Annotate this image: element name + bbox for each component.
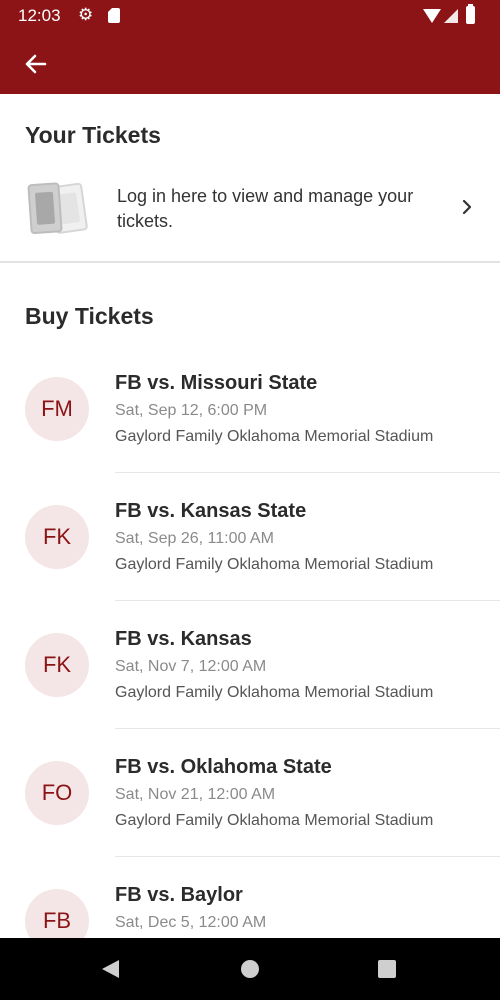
- event-avatar: FB: [25, 889, 89, 938]
- event-avatar: FK: [25, 505, 89, 569]
- arrow-left-icon: [25, 54, 47, 74]
- event-venue: Gaylord Family Oklahoma Memorial Stadium: [115, 684, 434, 701]
- event-date: Sat, Nov 21, 12:00 AM: [115, 786, 276, 803]
- event-title: FB vs. Missouri State: [115, 372, 318, 394]
- event-row[interactable]: FK FB vs. Kansas State Sat, Sep 26, 11:0…: [0, 473, 500, 601]
- nav-home-icon[interactable]: [241, 960, 259, 978]
- event-venue: Gaylord Family Oklahoma Memorial Stadium: [115, 556, 434, 573]
- event-title: FB vs. Oklahoma State: [115, 756, 332, 778]
- section-divider: [0, 261, 500, 263]
- event-row[interactable]: FM FB vs. Missouri State Sat, Sep 12, 6:…: [0, 345, 500, 473]
- app-bar: [0, 32, 500, 94]
- event-date: Sat, Sep 12, 6:00 PM: [115, 402, 268, 419]
- buy-tickets-title: Buy Tickets: [25, 303, 154, 329]
- event-row[interactable]: FK FB vs. Kansas Sat, Nov 7, 12:00 AM Ga…: [0, 601, 500, 729]
- event-venue: Gaylord Family Oklahoma Memorial Stadium: [115, 428, 434, 445]
- event-avatar: FK: [25, 633, 89, 697]
- event-venue: Gaylord Family Oklahoma Memorial Stadium: [115, 812, 434, 829]
- event-date: Sat, Dec 5, 12:00 AM: [115, 914, 267, 931]
- event-date: Sat, Sep 26, 11:00 AM: [115, 530, 274, 547]
- event-date: Sat, Nov 7, 12:00 AM: [115, 658, 267, 675]
- system-nav-bar: [0, 938, 500, 1000]
- cell-signal-icon: [444, 9, 458, 23]
- back-button[interactable]: [20, 48, 52, 80]
- event-title: FB vs. Baylor: [115, 884, 243, 906]
- battery-icon: [466, 4, 475, 24]
- event-title: FB vs. Kansas State: [115, 500, 307, 522]
- tickets-icon: [27, 182, 88, 235]
- status-bar: 12:03 ⚙: [0, 0, 500, 32]
- chevron-right-icon: [462, 199, 472, 215]
- your-tickets-title: Your Tickets: [25, 122, 161, 148]
- login-row[interactable]: Log in here to view and manage your tick…: [0, 170, 500, 262]
- wifi-icon: [423, 9, 441, 23]
- event-avatar: FO: [25, 761, 89, 825]
- nav-back-icon[interactable]: [102, 960, 119, 978]
- sd-card-icon: [108, 8, 120, 23]
- status-time: 12:03: [18, 6, 61, 25]
- event-row[interactable]: FO FB vs. Oklahoma State Sat, Nov 21, 12…: [0, 729, 500, 857]
- settings-gear-icon: ⚙: [78, 5, 94, 24]
- event-avatar: FM: [25, 377, 89, 441]
- event-row[interactable]: FB FB vs. Baylor Sat, Dec 5, 12:00 AM: [0, 857, 500, 938]
- login-prompt: Log in here to view and manage your tick…: [117, 186, 414, 231]
- nav-recents-icon[interactable]: [378, 960, 396, 978]
- event-title: FB vs. Kansas: [115, 628, 252, 650]
